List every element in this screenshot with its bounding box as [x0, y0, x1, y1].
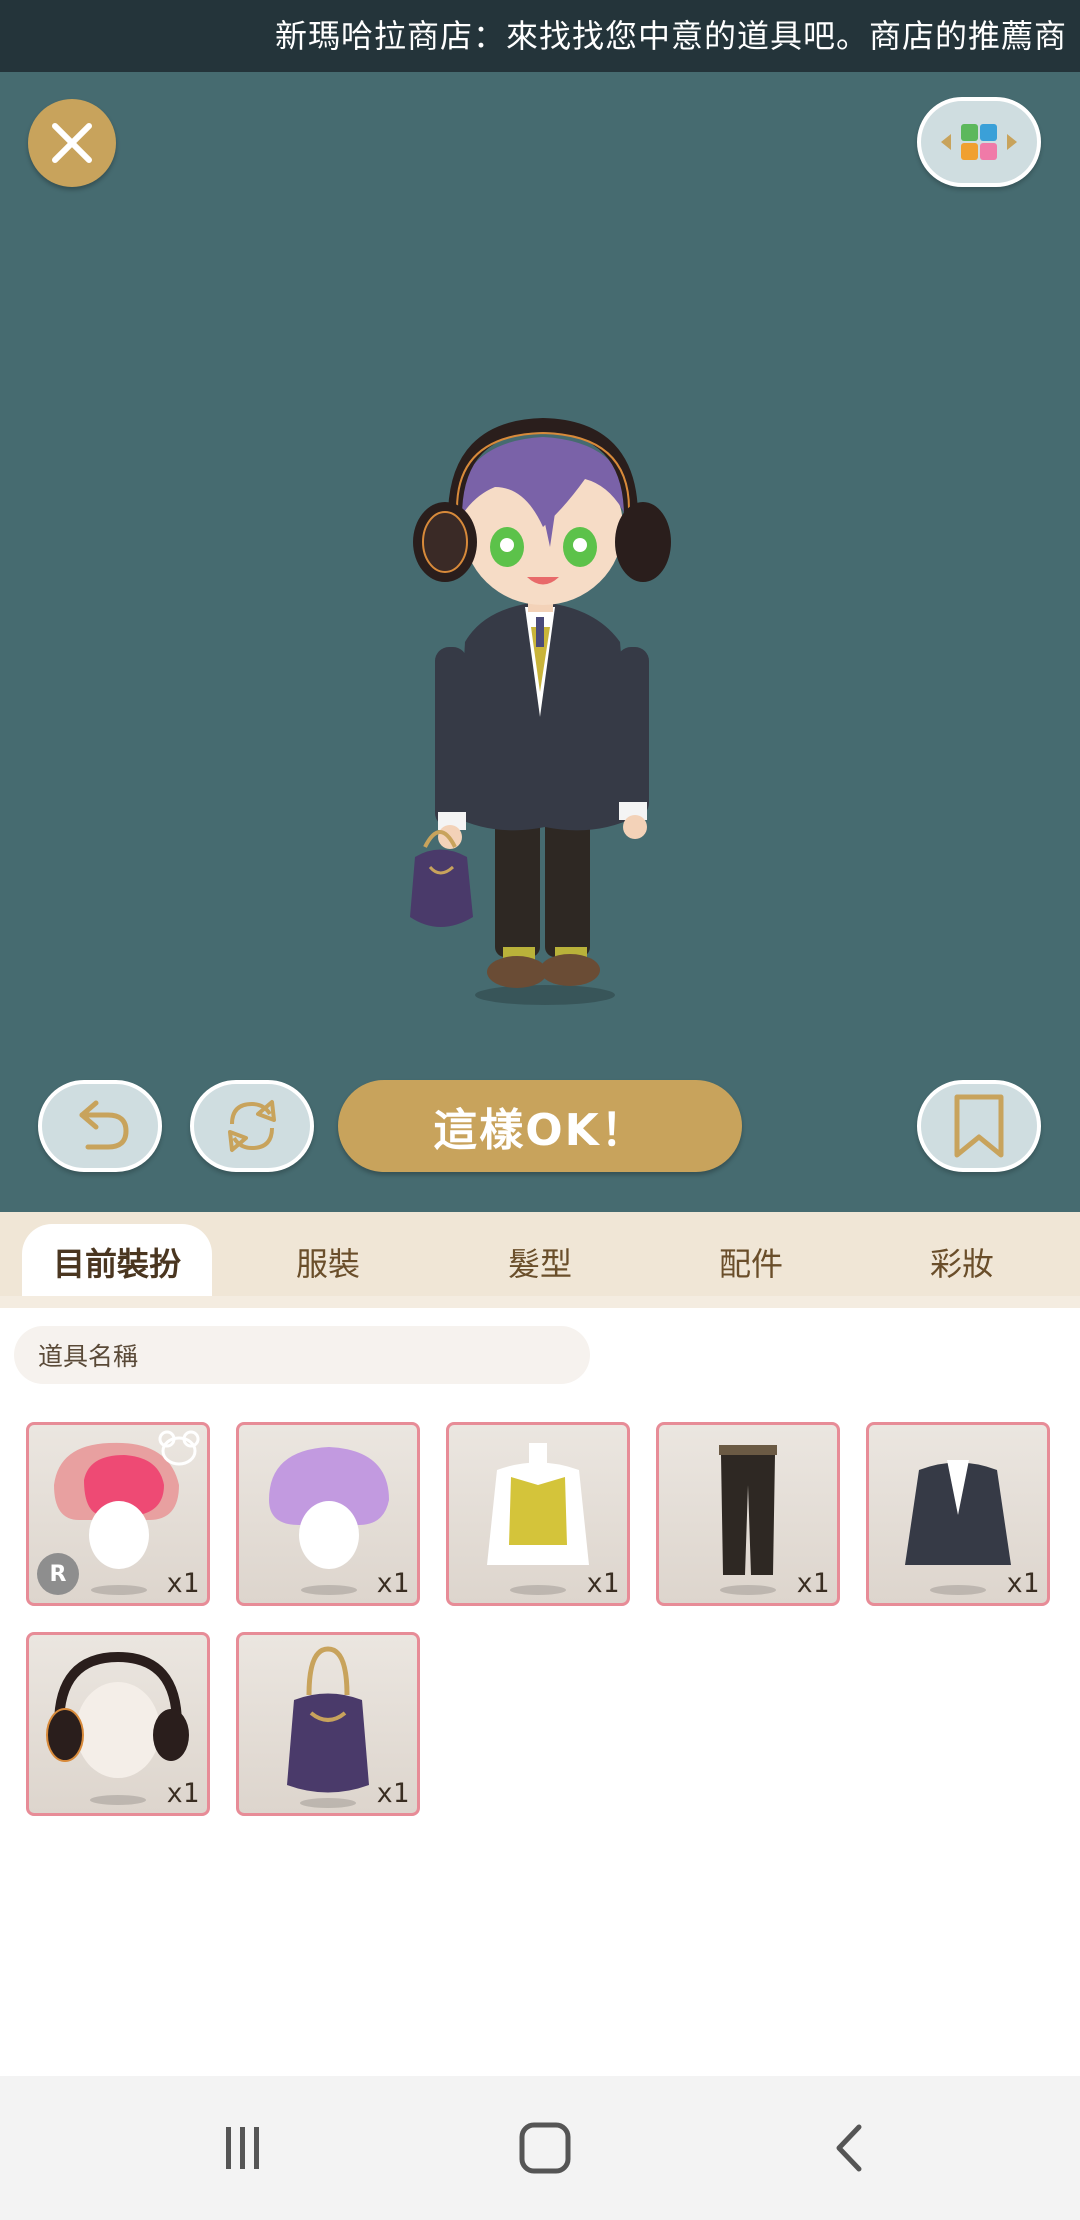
item-quantity: x1 [1006, 1568, 1039, 1599]
home-button[interactable] [500, 2116, 590, 2180]
tab-current-outfit[interactable]: 目前裝扮 [22, 1224, 212, 1300]
item-quantity: x1 [586, 1568, 619, 1599]
back-button[interactable] [804, 2116, 894, 2180]
item-quantity: x1 [376, 1568, 409, 1599]
category-tabs: 目前裝扮 服裝 髮型 配件 彩妝 [0, 1212, 1080, 1300]
close-button[interactable] [28, 99, 116, 187]
bear-badge-icon [158, 1430, 200, 1466]
item-search-input[interactable]: 道具名稱 [14, 1326, 590, 1384]
item-slot-vest-shirt[interactable]: x1 [446, 1422, 630, 1606]
avatar-character[interactable] [395, 417, 685, 1007]
item-quantity: x1 [376, 1778, 409, 1809]
item-slot-pink-hair[interactable]: R x1 [26, 1422, 210, 1606]
recents-icon [226, 2127, 259, 2169]
rotate-icon [228, 1100, 276, 1152]
confirm-outfit-button[interactable]: 這樣OK！ [338, 1080, 742, 1172]
news-ticker: 新瑪哈拉商店：來找找您中意的道具吧。商店的推薦商 [0, 0, 1080, 72]
item-slot-trousers[interactable]: x1 [656, 1422, 840, 1606]
tab-divider [0, 1296, 1080, 1308]
item-slot-purple-hair[interactable]: x1 [236, 1422, 420, 1606]
item-quantity: x1 [166, 1568, 199, 1599]
system-nav-bar [0, 2076, 1080, 2220]
grid-layout-icon [941, 124, 1017, 160]
bookmark-icon [954, 1094, 1004, 1158]
tab-clothing[interactable]: 服裝 [233, 1224, 423, 1300]
layout-toggle-button[interactable] [917, 97, 1041, 187]
search-placeholder: 道具名稱 [38, 1342, 139, 1371]
ticker-text: 新瑪哈拉商店：來找找您中意的道具吧。商店的推薦商 [275, 17, 1068, 55]
item-slot-headphones[interactable]: x1 [26, 1632, 210, 1816]
rarity-badge: R [37, 1553, 79, 1595]
tab-makeup[interactable]: 彩妝 [867, 1224, 1057, 1300]
item-quantity: x1 [166, 1778, 199, 1809]
item-quantity: x1 [796, 1568, 829, 1599]
dressup-screen: 新瑪哈拉商店：來找找您中意的道具吧。商店的推薦商 這樣OK！ 目前裝扮 服裝 髮… [0, 0, 1080, 2220]
item-slot-blazer[interactable]: x1 [866, 1422, 1050, 1606]
avatar-stage: 這樣OK！ [0, 72, 1080, 1212]
undo-icon [79, 1100, 129, 1150]
home-icon [519, 2122, 571, 2174]
recents-button[interactable] [198, 2116, 288, 2180]
close-icon [52, 123, 92, 163]
back-icon [836, 2124, 862, 2172]
undo-button[interactable] [38, 1080, 162, 1172]
tab-hairstyle[interactable]: 髮型 [445, 1224, 635, 1300]
bookmark-button[interactable] [917, 1080, 1041, 1172]
tab-accessories[interactable]: 配件 [656, 1224, 846, 1300]
rotate-button[interactable] [190, 1080, 314, 1172]
item-slot-drawstring-bag[interactable]: x1 [236, 1632, 420, 1816]
